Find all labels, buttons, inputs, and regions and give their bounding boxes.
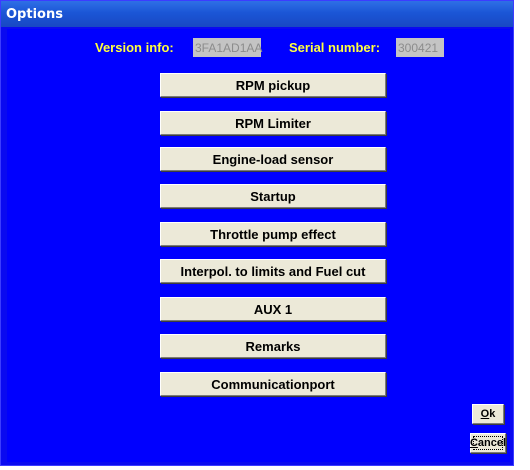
ok-button[interactable]: Ok — [472, 404, 504, 424]
ok-label-rest: k — [489, 408, 496, 420]
title-bar[interactable]: Options — [1, 1, 513, 27]
version-info-value: 3FA1AD1AA — [193, 38, 262, 57]
rpm-limiter-button[interactable]: RPM Limiter — [160, 111, 386, 135]
throttle-pump-effect-button[interactable]: Throttle pump effect — [160, 222, 386, 246]
serial-number-label: Serial number: — [289, 40, 381, 55]
cancel-mnemonic: C — [469, 437, 478, 449]
window-title: Options — [6, 7, 63, 22]
options-dialog: Options Version info: 3FA1AD1AA Serial n… — [0, 0, 514, 466]
dialog-body: Version info: 3FA1AD1AA Serial number: 3… — [7, 29, 510, 462]
interpol-fuel-cut-button[interactable]: Interpol. to limits and Fuel cut — [160, 259, 386, 283]
ok-mnemonic: O — [480, 408, 490, 420]
engine-load-sensor-button[interactable]: Engine-load sensor — [160, 147, 386, 171]
aux-1-button[interactable]: AUX 1 — [160, 297, 386, 321]
info-row: Version info: 3FA1AD1AA Serial number: 3… — [7, 37, 510, 57]
communicationport-button[interactable]: Communicationport — [160, 372, 386, 396]
rpm-pickup-button[interactable]: RPM pickup — [160, 73, 386, 97]
remarks-button[interactable]: Remarks — [160, 334, 386, 358]
cancel-button[interactable]: Cancel — [470, 433, 506, 453]
startup-button[interactable]: Startup — [160, 184, 386, 208]
cancel-label-rest: ancel — [477, 437, 507, 449]
serial-number-value: 300421 — [396, 38, 444, 57]
version-info-label: Version info: — [95, 40, 174, 55]
